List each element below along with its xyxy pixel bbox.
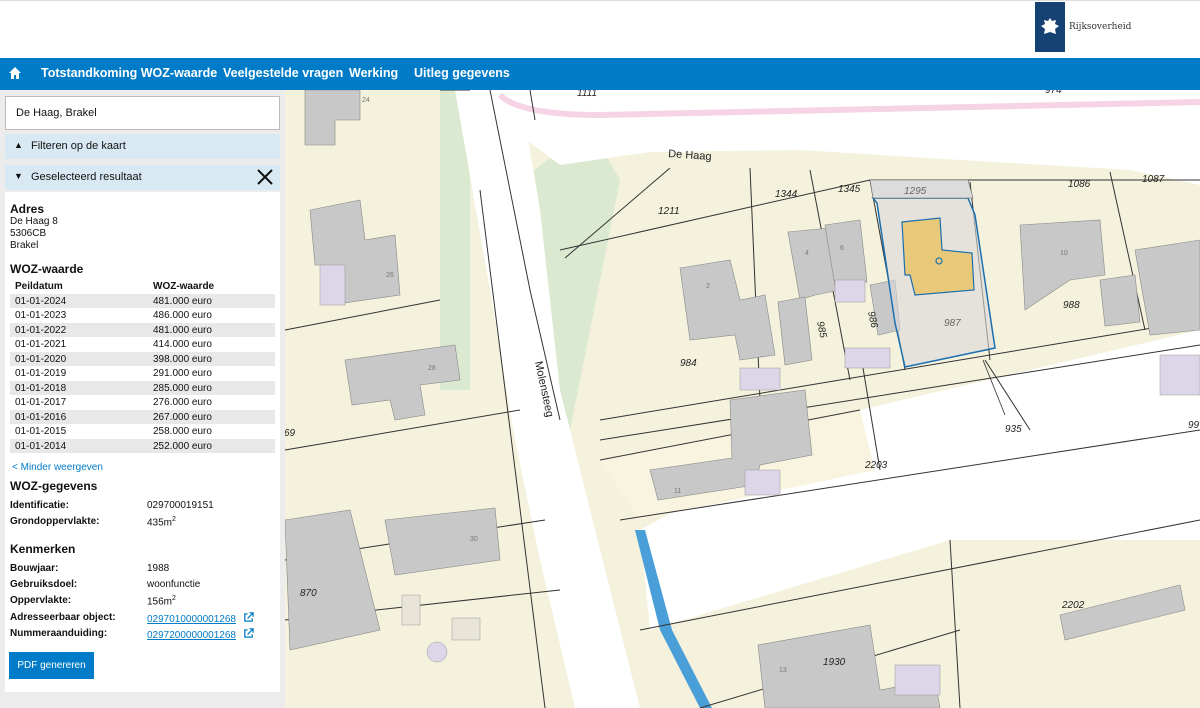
woz-table: Peildatum WOZ-waarde 01-01-2024 481.000 e… — [10, 279, 275, 453]
svg-text:1211: 1211 — [658, 206, 680, 217]
nav-werking[interactable]: Werking — [349, 66, 398, 80]
svg-text:69: 69 — [284, 428, 296, 439]
nav-uitleg-gegevens[interactable]: Uitleg gegevens — [414, 66, 510, 80]
svg-text:935: 935 — [1005, 424, 1022, 435]
external-link-icon[interactable] — [243, 628, 254, 639]
woz-waarde-heading: WOZ-waarde — [10, 262, 84, 276]
filter-accordion-label: Filteren op de kaart — [31, 140, 126, 152]
woz-table-header: Peildatum WOZ-waarde — [10, 279, 275, 294]
woz-gegevens-heading: WOZ-gegevens — [10, 479, 98, 493]
svg-text:10: 10 — [1060, 250, 1068, 257]
address-street: De Haag 8 — [10, 216, 58, 227]
svg-text:26: 26 — [386, 272, 394, 279]
building-988b — [1099, 274, 1141, 327]
home-icon[interactable] — [8, 66, 24, 82]
table-row: 01-01-2020 398.000 euro — [10, 351, 275, 366]
oppervlakte-value: 156m2 — [147, 595, 176, 608]
coat-of-arms-icon — [1041, 18, 1059, 34]
svg-text:984: 984 — [680, 358, 697, 369]
selected-result-accordion[interactable]: ▼ Geselecteerd resultaat — [5, 165, 280, 190]
external-link-icon[interactable] — [243, 612, 254, 623]
identificatie-value: 029700019151 — [147, 500, 214, 511]
grondoppervlakte-label: Grondoppervlakte: — [10, 516, 100, 527]
selected-result-label: Geselecteerd resultaat — [31, 171, 142, 183]
result-detail: Adres De Haag 8 5306CB Brakel WOZ-waarde… — [5, 192, 280, 692]
table-row: 01-01-2015 258.000 euro — [15, 426, 212, 437]
chevron-up-icon: ▲ — [14, 140, 23, 150]
svg-text:987: 987 — [944, 318, 961, 329]
svg-text:2202: 2202 — [1061, 600, 1085, 611]
pdf-generate-button[interactable]: PDF genereren — [9, 652, 94, 679]
address-city: Brakel — [10, 240, 39, 251]
svg-text:1111: 1111 — [577, 90, 597, 99]
table-row: 01-01-2021 414.000 euro — [15, 339, 212, 350]
adres-heading: Adres — [10, 202, 45, 216]
table-row: 01-01-2016 267.000 euro — [10, 409, 275, 424]
svg-text:28: 28 — [428, 365, 436, 372]
col-woz-waarde: WOZ-waarde — [153, 281, 215, 292]
svg-text:2: 2 — [706, 283, 710, 290]
svg-text:1344: 1344 — [775, 189, 798, 200]
adresseerbaar-object-label: Adresseerbaar object: — [10, 612, 116, 623]
svg-text:988: 988 — [1063, 300, 1080, 311]
table-row: 01-01-2017 276.000 euro — [15, 397, 212, 408]
main-navigation: Totstandkoming WOZ-waarde Veelgestelde v… — [0, 58, 1200, 90]
svg-text:1930: 1930 — [823, 657, 846, 668]
svg-text:974: 974 — [1045, 90, 1062, 96]
svg-text:13: 13 — [779, 667, 787, 674]
address-postcode: 5306CB — [10, 228, 47, 239]
rijksoverheid-logo[interactable] — [1035, 2, 1065, 52]
identificatie-label: Identificatie: — [10, 500, 69, 511]
table-row: 01-01-2023 486.000 euro — [15, 310, 212, 321]
table-row: 01-01-2019 291.000 euro — [15, 368, 212, 379]
nummeraanduiding-link[interactable]: 0297200000001268 — [147, 630, 236, 641]
search-input[interactable]: De Haag, Brakel — [5, 96, 280, 130]
chevron-down-icon: ▼ — [14, 171, 23, 181]
oppervlakte-label: Oppervlakte: — [10, 595, 72, 606]
svg-text:870: 870 — [300, 588, 317, 599]
minder-weergeven-link[interactable]: < Minder weergeven — [12, 462, 103, 473]
close-icon[interactable] — [255, 167, 275, 187]
nummeraanduiding-value[interactable]: 0297200000001268 — [147, 628, 254, 641]
logo-text: Rijksoverheid — [1069, 22, 1132, 32]
table-row: 01-01-2018 285.000 euro — [10, 380, 275, 395]
svg-text:1295: 1295 — [904, 186, 927, 197]
top-header: Rijksoverheid — [0, 0, 1200, 58]
nummeraanduiding-label: Nummeraanduiding: — [10, 628, 108, 639]
side-panel: De Haag, Brakel ▲ Filteren op de kaart ▼… — [0, 90, 285, 708]
gebruiksdoel-label: Gebruiksdoel: — [10, 579, 78, 590]
kenmerken-heading: Kenmerken — [10, 542, 76, 556]
svg-text:4: 4 — [805, 250, 809, 257]
bouwjaar-value: 1988 — [147, 563, 170, 574]
grondoppervlakte-value: 435m2 — [147, 516, 176, 529]
svg-text:2203: 2203 — [864, 460, 888, 471]
adresseerbaar-object-link[interactable]: 0297010000001268 — [147, 614, 236, 625]
svg-text:1087: 1087 — [1142, 174, 1165, 185]
bouwjaar-label: Bouwjaar: — [10, 563, 59, 574]
col-peildatum: Peildatum — [15, 281, 63, 292]
adresseerbaar-object-value[interactable]: 0297010000001268 — [147, 612, 254, 625]
table-row: 01-01-2024 481.000 euro — [10, 293, 275, 308]
gebruiksdoel-value: woonfunctie — [147, 579, 201, 590]
svg-text:1345: 1345 — [838, 184, 861, 195]
svg-text:30: 30 — [470, 536, 478, 543]
table-row: 01-01-2022 481.000 euro — [10, 322, 275, 337]
svg-text:24: 24 — [362, 97, 370, 104]
svg-text:6: 6 — [840, 245, 844, 252]
svg-text:99: 99 — [1188, 420, 1200, 431]
nav-totstandkoming[interactable]: Totstandkoming WOZ-waarde — [41, 66, 217, 80]
svg-text:1086: 1086 — [1068, 179, 1091, 190]
nav-veelgestelde-vragen[interactable]: Veelgestelde vragen — [223, 66, 343, 80]
svg-text:11: 11 — [674, 488, 681, 495]
table-row: 01-01-2014 252.000 euro — [10, 438, 275, 453]
filter-accordion[interactable]: ▲ Filteren op de kaart — [5, 134, 280, 159]
